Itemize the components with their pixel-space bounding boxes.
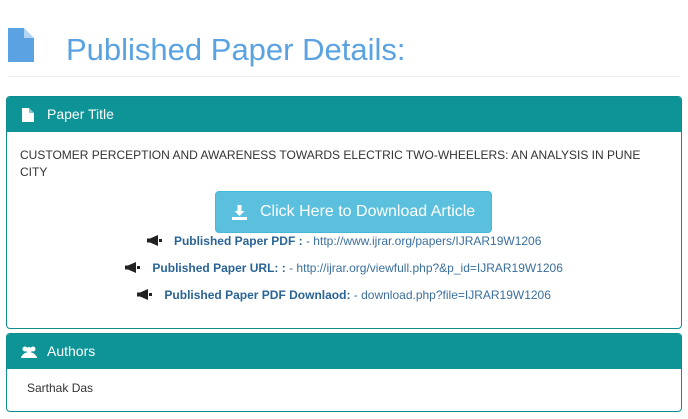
paper-pdf-link[interactable]: - http://www.ijrar.org/papers/IJRAR19W12… bbox=[303, 234, 541, 248]
paper-url-link-row: Published Paper URL: : - http://ijrar.or… bbox=[7, 260, 681, 276]
bullhorn-icon bbox=[146, 235, 162, 246]
paper-url-link[interactable]: - http://ijrar.org/viewfull.php?&p_id=IJ… bbox=[286, 261, 563, 275]
bullhorn-icon bbox=[125, 262, 141, 273]
paper-title-panel-heading: Paper Title bbox=[7, 97, 681, 132]
page-title: Published Paper Details: bbox=[66, 32, 406, 67]
file-icon bbox=[22, 108, 34, 122]
paper-url-label: Published Paper URL: : bbox=[152, 261, 286, 275]
users-icon bbox=[21, 346, 37, 358]
download-button-label: Click Here to Download Article bbox=[260, 203, 476, 220]
authors-panel: Authors Sarthak Das bbox=[6, 333, 682, 412]
paper-title: CUSTOMER PERCEPTION AND AWARENESS TOWARD… bbox=[20, 148, 641, 179]
file-document-icon bbox=[8, 28, 34, 62]
page-heading: Published Paper Details: bbox=[8, 26, 680, 77]
download-icon bbox=[232, 205, 247, 220]
download-article-button[interactable]: Click Here to Download Article bbox=[215, 191, 492, 233]
paper-pdf-link-row: Published Paper PDF : - http://www.ijrar… bbox=[7, 233, 681, 249]
published-paper-page: Published Paper Details: Paper Title CUS… bbox=[0, 0, 688, 419]
paper-title-panel: Paper Title CUSTOMER PERCEPTION AND AWAR… bbox=[6, 96, 682, 329]
panel-heading-label: Paper Title bbox=[47, 106, 114, 122]
paper-download-link[interactable]: - download.php?file=IJRAR19W1206 bbox=[350, 288, 551, 302]
paper-download-label: Published Paper PDF Downlaod: bbox=[164, 288, 351, 302]
authors-panel-heading: Authors bbox=[7, 334, 681, 369]
bullhorn-icon bbox=[137, 289, 153, 300]
author-name: Sarthak Das bbox=[27, 381, 94, 395]
paper-download-link-row: Published Paper PDF Downlaod: - download… bbox=[7, 287, 681, 303]
panel-heading-label: Authors bbox=[47, 343, 96, 359]
paper-pdf-label: Published Paper PDF : bbox=[173, 234, 303, 248]
